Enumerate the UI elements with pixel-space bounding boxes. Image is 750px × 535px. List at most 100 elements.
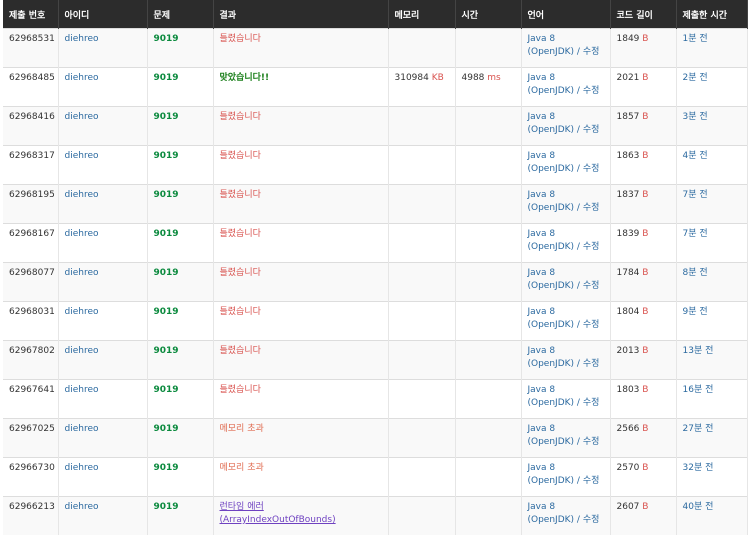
memory-cell [388,341,455,380]
edit-link[interactable]: 수정 [583,515,600,525]
user-link[interactable]: diehreo [65,73,99,83]
result-text[interactable]: 런타임 에러 (ArrayIndexOutOfBounds) [220,502,336,525]
submitted-time-link[interactable]: 32분 전 [683,463,714,473]
edit-link[interactable]: 수정 [583,398,600,408]
memory-unit: KB [432,73,444,83]
language-link[interactable]: Java 8 [528,268,556,278]
edit-link[interactable]: 수정 [583,281,600,291]
language-jdk: (OpenJDK) [528,359,575,369]
language-link[interactable]: Java 8 [528,112,556,122]
user-link[interactable]: diehreo [65,463,99,473]
user-link[interactable]: diehreo [65,229,99,239]
language-cell: Java 8(OpenJDK) / 수정 [521,419,610,458]
table-row: 62967641 diehreo 9019 틀렸습니다 Java 8 (OpenJDK)… [3,380,747,419]
language-link[interactable]: Java 8 [528,502,556,512]
language-jdk: (OpenJDK) [528,398,575,408]
problem-link[interactable]: 9019 [154,34,179,44]
edit-link[interactable]: 수정 [583,164,600,174]
user-cell: diehreo [58,263,147,302]
user-link[interactable]: diehreo [65,268,99,278]
submitted-time-link[interactable]: 27분 전 [683,424,714,434]
code-length-unit: B [642,502,648,512]
code-length-unit: B [642,424,648,434]
user-link[interactable]: diehreo [65,346,99,356]
result-cell: 메모리 초과 [213,419,388,458]
col-memory[interactable]: 메모리 [388,0,455,29]
user-cell: diehreo [58,107,147,146]
language-link[interactable]: Java 8 [528,385,556,395]
submitted-time-link[interactable]: 2분 전 [683,73,708,83]
col-code-length[interactable]: 코드 길이 [610,0,676,29]
problem-link[interactable]: 9019 [154,307,179,317]
problem-link[interactable]: 9019 [154,346,179,356]
col-submission-id[interactable]: 제출 번호 [3,0,58,29]
result-text: 틀렸습니다 [220,385,261,395]
submission-id: 62968317 [3,146,58,185]
user-link[interactable]: diehreo [65,151,99,161]
code-length-unit: B [642,151,648,161]
submission-id-text: 62967025 [9,424,55,434]
edit-link[interactable]: 수정 [583,320,600,330]
language-link[interactable]: Java 8 [528,424,556,434]
problem-cell: 9019 [147,29,213,68]
submitted-time-link[interactable]: 7분 전 [683,229,708,239]
submitted-time-link[interactable]: 7분 전 [683,190,708,200]
col-result[interactable]: 결과 [213,0,388,29]
user-link[interactable]: diehreo [65,502,99,512]
user-link[interactable]: diehreo [65,385,99,395]
submitted-time-link[interactable]: 8분 전 [683,268,708,278]
edit-link[interactable]: 수정 [583,125,600,135]
problem-link[interactable]: 9019 [154,229,179,239]
language-link[interactable]: Java 8 [528,190,556,200]
language-link[interactable]: Java 8 [528,229,556,239]
edit-link[interactable]: 수정 [583,437,600,447]
code-length-value: 2607 [617,502,640,512]
code-length-value: 1863 [617,151,640,161]
edit-link[interactable]: 수정 [583,203,600,213]
col-language[interactable]: 언어 [521,0,610,29]
language-link[interactable]: Java 8 [528,307,556,317]
edit-link[interactable]: 수정 [583,86,600,96]
submitted-time-link[interactable]: 9분 전 [683,307,708,317]
edit-link[interactable]: 수정 [583,242,600,252]
problem-link[interactable]: 9019 [154,190,179,200]
submitted-time-link[interactable]: 4분 전 [683,151,708,161]
language-link[interactable]: Java 8 [528,346,556,356]
user-link[interactable]: diehreo [65,424,99,434]
submitted-time-link[interactable]: 1분 전 [683,34,708,44]
table-row: 62968416diehreo9019틀렸습니다 Java 8(OpenJDK)… [3,107,747,146]
submitted-time-link[interactable]: 3분 전 [683,112,708,122]
language-link[interactable]: Java 8 [528,151,556,161]
problem-link[interactable]: 9019 [154,502,179,512]
col-problem[interactable]: 문제 [147,0,213,29]
problem-link[interactable]: 9019 [154,424,179,434]
problem-link[interactable]: 9019 [154,385,179,395]
problem-link[interactable]: 9019 [154,73,179,83]
submission-id: 62967641 [3,380,58,419]
table-row: 62967025 diehreo 9019 메모리 초과 Java 8(OpenJDK… [3,419,747,458]
problem-cell: 9019 [147,107,213,146]
submitted-time-link[interactable]: 16분 전 [683,385,714,395]
language-link[interactable]: Java 8 [528,73,556,83]
user-link[interactable]: diehreo [65,307,99,317]
problem-link[interactable]: 9019 [154,463,179,473]
problem-link[interactable]: 9019 [154,151,179,161]
submitted-time-link[interactable]: 13분 전 [683,346,714,356]
language-link[interactable]: Java 8 [528,34,556,44]
col-time[interactable]: 시간 [455,0,521,29]
problem-link[interactable]: 9019 [154,112,179,122]
result-cell: 틀렸습니다 [213,380,388,419]
submitted-time-cell: 7분 전 [676,224,747,263]
edit-link[interactable]: 수정 [583,476,600,486]
submitted-time-link[interactable]: 40분 전 [683,502,714,512]
edit-link[interactable]: 수정 [583,47,600,57]
user-link[interactable]: diehreo [65,34,99,44]
col-submitted-time[interactable]: 제출한 시간 [676,0,747,29]
problem-link[interactable]: 9019 [154,268,179,278]
language-link[interactable]: Java 8 [528,463,556,473]
user-link[interactable]: diehreo [65,112,99,122]
edit-link[interactable]: 수정 [583,359,600,369]
col-user[interactable]: 아이디 [58,0,147,29]
submission-id-text: 62967641 [9,385,55,395]
user-link[interactable]: diehreo [65,190,99,200]
